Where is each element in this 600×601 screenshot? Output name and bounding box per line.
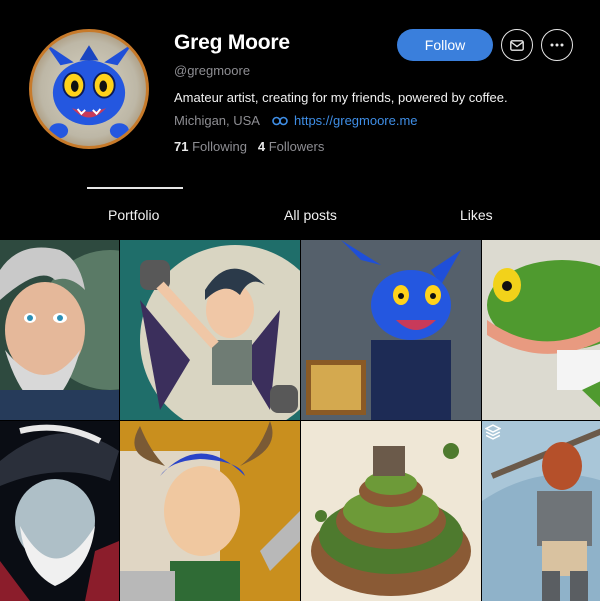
- message-button[interactable]: [501, 29, 533, 61]
- warrior-artwork: [482, 421, 600, 601]
- followers-count: 4: [257, 139, 266, 154]
- gallery-item-horned-knight[interactable]: [120, 421, 300, 601]
- tab-portfolio[interactable]: Portfolio: [108, 207, 159, 223]
- knight-artwork: [120, 421, 300, 601]
- multi-image-icon: [485, 424, 501, 440]
- tab-all-posts[interactable]: All posts: [284, 207, 337, 223]
- profile-name: Greg Moore: [174, 31, 290, 54]
- gallery-item-old-wizard[interactable]: [0, 240, 119, 420]
- tab-likes[interactable]: Likes: [460, 207, 493, 223]
- gallery-item-winged-elf[interactable]: [120, 240, 300, 420]
- profile-counts: 71 Following 4 Followers: [174, 139, 324, 154]
- link-icon: [272, 116, 288, 126]
- portfolio-grid: [0, 240, 600, 601]
- following-link[interactable]: 71 Following: [174, 139, 247, 154]
- gallery-item-spiral-landscape[interactable]: [301, 421, 481, 601]
- wizard-artwork: [0, 240, 119, 420]
- dragon-artwork: [301, 240, 481, 420]
- ellipsis-icon: [550, 43, 564, 47]
- followers-label: Followers: [268, 139, 325, 154]
- elf-artwork: [120, 240, 300, 420]
- avatar[interactable]: [29, 29, 149, 149]
- profile-bio: Amateur artist, creating for my friends,…: [174, 90, 508, 105]
- blue-dragon-avatar-icon: [45, 43, 133, 139]
- landscape-artwork: [301, 421, 481, 601]
- profile-location: Michigan, USA: [174, 113, 260, 128]
- gallery-item-pirate[interactable]: [0, 421, 119, 601]
- follow-button[interactable]: Follow: [397, 29, 493, 61]
- pirate-artwork: [0, 421, 119, 601]
- gallery-item-armored-warrior[interactable]: [482, 421, 600, 601]
- more-options-button[interactable]: [541, 29, 573, 61]
- lizard-artwork: [482, 240, 600, 420]
- profile-website-link[interactable]: https://gregmoore.me: [294, 113, 418, 128]
- profile-handle: @gregmoore: [174, 63, 251, 78]
- following-label: Following: [192, 139, 248, 154]
- gallery-item-blue-dragon[interactable]: [301, 240, 481, 420]
- gallery-item-green-lizard[interactable]: [482, 240, 600, 420]
- profile-tabs: Portfolio All posts Likes: [0, 185, 600, 240]
- profile-header: Greg Moore @gregmoore Amateur artist, cr…: [0, 0, 600, 240]
- envelope-icon: [510, 39, 524, 51]
- profile-meta: Michigan, USA https://gregmoore.me: [174, 113, 418, 128]
- followers-link[interactable]: 4 Followers: [258, 139, 324, 154]
- following-count: 71: [174, 139, 189, 154]
